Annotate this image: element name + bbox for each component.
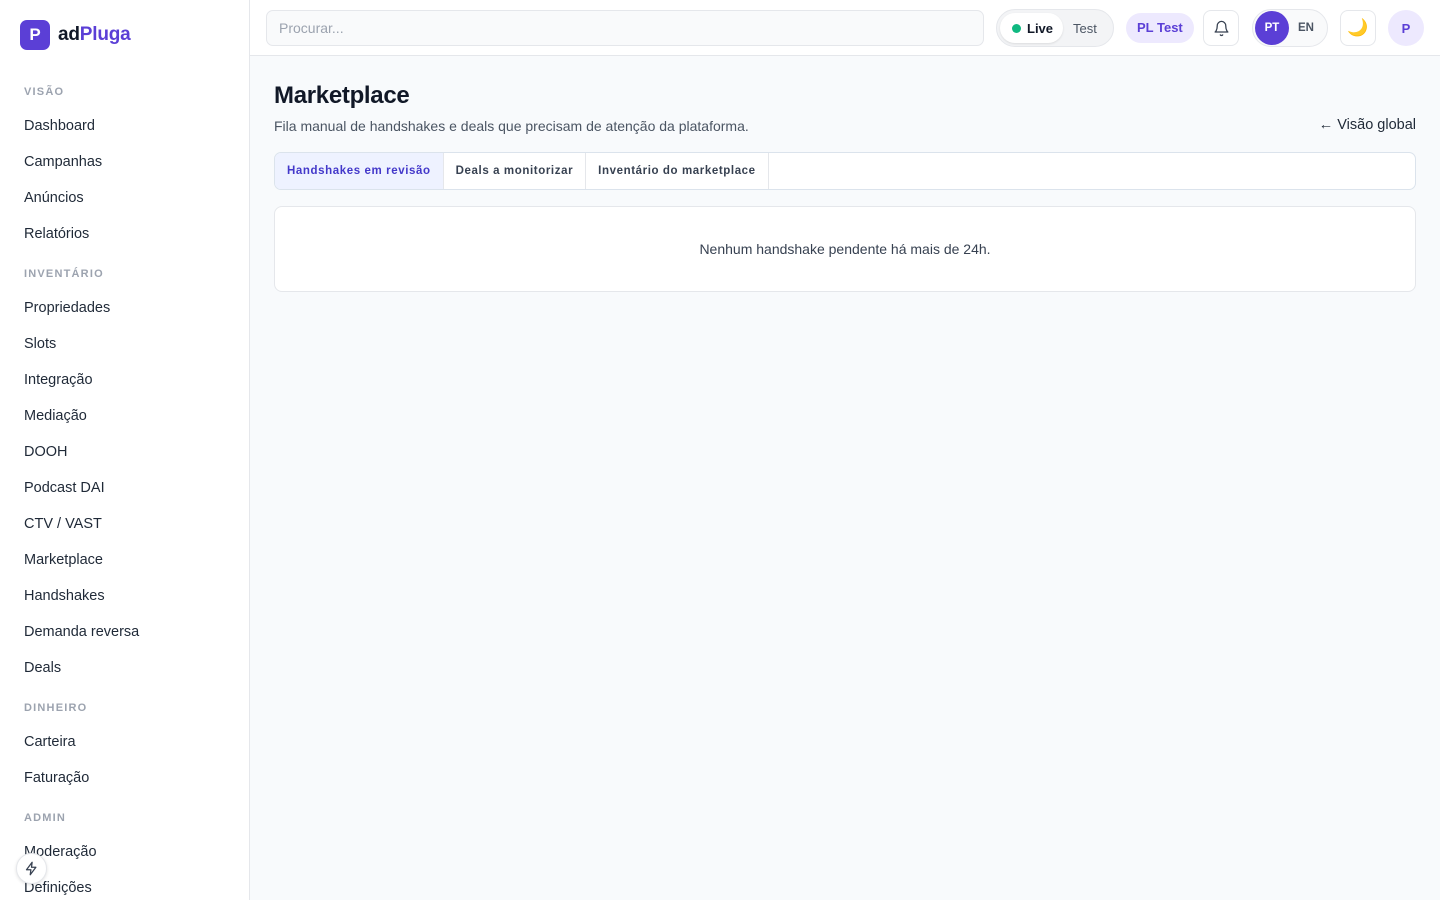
sidebar-item-anuncios[interactable]: Anúncios <box>0 180 249 216</box>
page-title: Marketplace <box>274 82 410 109</box>
nav-group: INVENTÁRIO Propriedades Slots Integração Med… <box>0 258 249 686</box>
search-input[interactable] <box>266 10 984 46</box>
nav-section-title: VISÃO <box>24 86 65 98</box>
nav-group: ADMIN Moderação Definições <box>0 802 249 900</box>
bell-icon <box>1213 20 1229 36</box>
nav-group: DINHEIRO Carteira Faturação <box>0 692 249 796</box>
env-test-option[interactable]: Test <box>1063 21 1107 36</box>
tenant-badge[interactable]: PL Test <box>1126 13 1194 43</box>
back-to-global-link[interactable]: ← Visão global <box>1319 117 1416 133</box>
sidebar-item-mediacao[interactable]: Mediação <box>0 398 249 434</box>
env-live-option[interactable]: Live <box>1000 13 1064 43</box>
sidebar-item-marketplace[interactable]: Marketplace <box>0 542 249 578</box>
language-switch[interactable]: PT EN <box>1252 9 1328 47</box>
sidebar-item-deals[interactable]: Deals <box>0 650 249 686</box>
lang-pt-option[interactable]: PT <box>1255 11 1289 45</box>
page-subtitle: Fila manual de handshakes e deals que pr… <box>274 118 749 134</box>
nav-section-title: INVENTÁRIO <box>24 268 104 280</box>
sidebar: P adPluga VISÃO Dashboard Campanhas Anúncio… <box>0 0 250 900</box>
tab-deals-a-monitorizar[interactable]: Deals a monitorizar <box>444 153 587 189</box>
brand-logo-icon: P <box>20 20 50 50</box>
environment-toggle[interactable]: Live Test <box>996 9 1114 47</box>
brand[interactable]: P adPluga <box>20 20 131 50</box>
user-avatar[interactable]: P <box>1388 10 1424 46</box>
empty-state-card: Nenhum handshake pendente há mais de 24h… <box>274 206 1416 292</box>
sidebar-item-podcast-dai[interactable]: Podcast DAI <box>0 470 249 506</box>
sidebar-item-carteira[interactable]: Carteira <box>0 724 249 760</box>
topbar: Live Test PL Test PT EN 🌙 P <box>250 0 1440 56</box>
sidebar-nav: VISÃO Dashboard Campanhas Anúncios Relatório… <box>0 74 249 900</box>
sidebar-item-faturacao[interactable]: Faturação <box>0 760 249 796</box>
sidebar-item-handshakes[interactable]: Handshakes <box>0 578 249 614</box>
quick-action-button[interactable] <box>16 853 47 884</box>
brand-name-accent: Pluga <box>79 24 131 45</box>
tab-bar: Handshakes em revisão Deals a monitorizar… <box>274 152 1416 190</box>
empty-state-message: Nenhum handshake pendente há mais de 24h… <box>699 241 991 257</box>
notifications-button[interactable] <box>1203 10 1239 46</box>
sidebar-item-ctv-vast[interactable]: CTV / VAST <box>0 506 249 542</box>
nav-section-title: ADMIN <box>24 812 67 824</box>
live-status-dot-icon <box>1012 23 1021 33</box>
sidebar-item-integracao[interactable]: Integração <box>0 362 249 398</box>
sidebar-item-dooh[interactable]: DOOH <box>0 434 249 470</box>
sidebar-item-relatorios[interactable]: Relatórios <box>0 216 249 252</box>
sidebar-item-campanhas[interactable]: Campanhas <box>0 144 249 180</box>
sidebar-item-demanda-reversa[interactable]: Demanda reversa <box>0 614 249 650</box>
tab-handshakes-em-revisao[interactable]: Handshakes em revisão <box>275 153 444 189</box>
sidebar-item-propriedades[interactable]: Propriedades <box>0 290 249 326</box>
env-live-label: Live <box>1027 20 1054 36</box>
moon-icon: 🌙 <box>1347 18 1369 37</box>
sidebar-item-slots[interactable]: Slots <box>0 326 249 362</box>
brand-name-prefix: ad <box>58 24 80 45</box>
nav-group: VISÃO Dashboard Campanhas Anúncios Relatório… <box>0 76 249 252</box>
nav-section-title: DINHEIRO <box>24 702 88 714</box>
theme-toggle-button[interactable]: 🌙 <box>1340 10 1376 46</box>
tab-inventario-do-marketplace[interactable]: Inventário do marketplace <box>586 153 769 189</box>
brand-name: adPluga <box>58 24 131 46</box>
sidebar-item-dashboard[interactable]: Dashboard <box>0 108 249 144</box>
lang-en-option[interactable]: EN <box>1298 22 1314 34</box>
lightning-icon <box>25 861 37 876</box>
